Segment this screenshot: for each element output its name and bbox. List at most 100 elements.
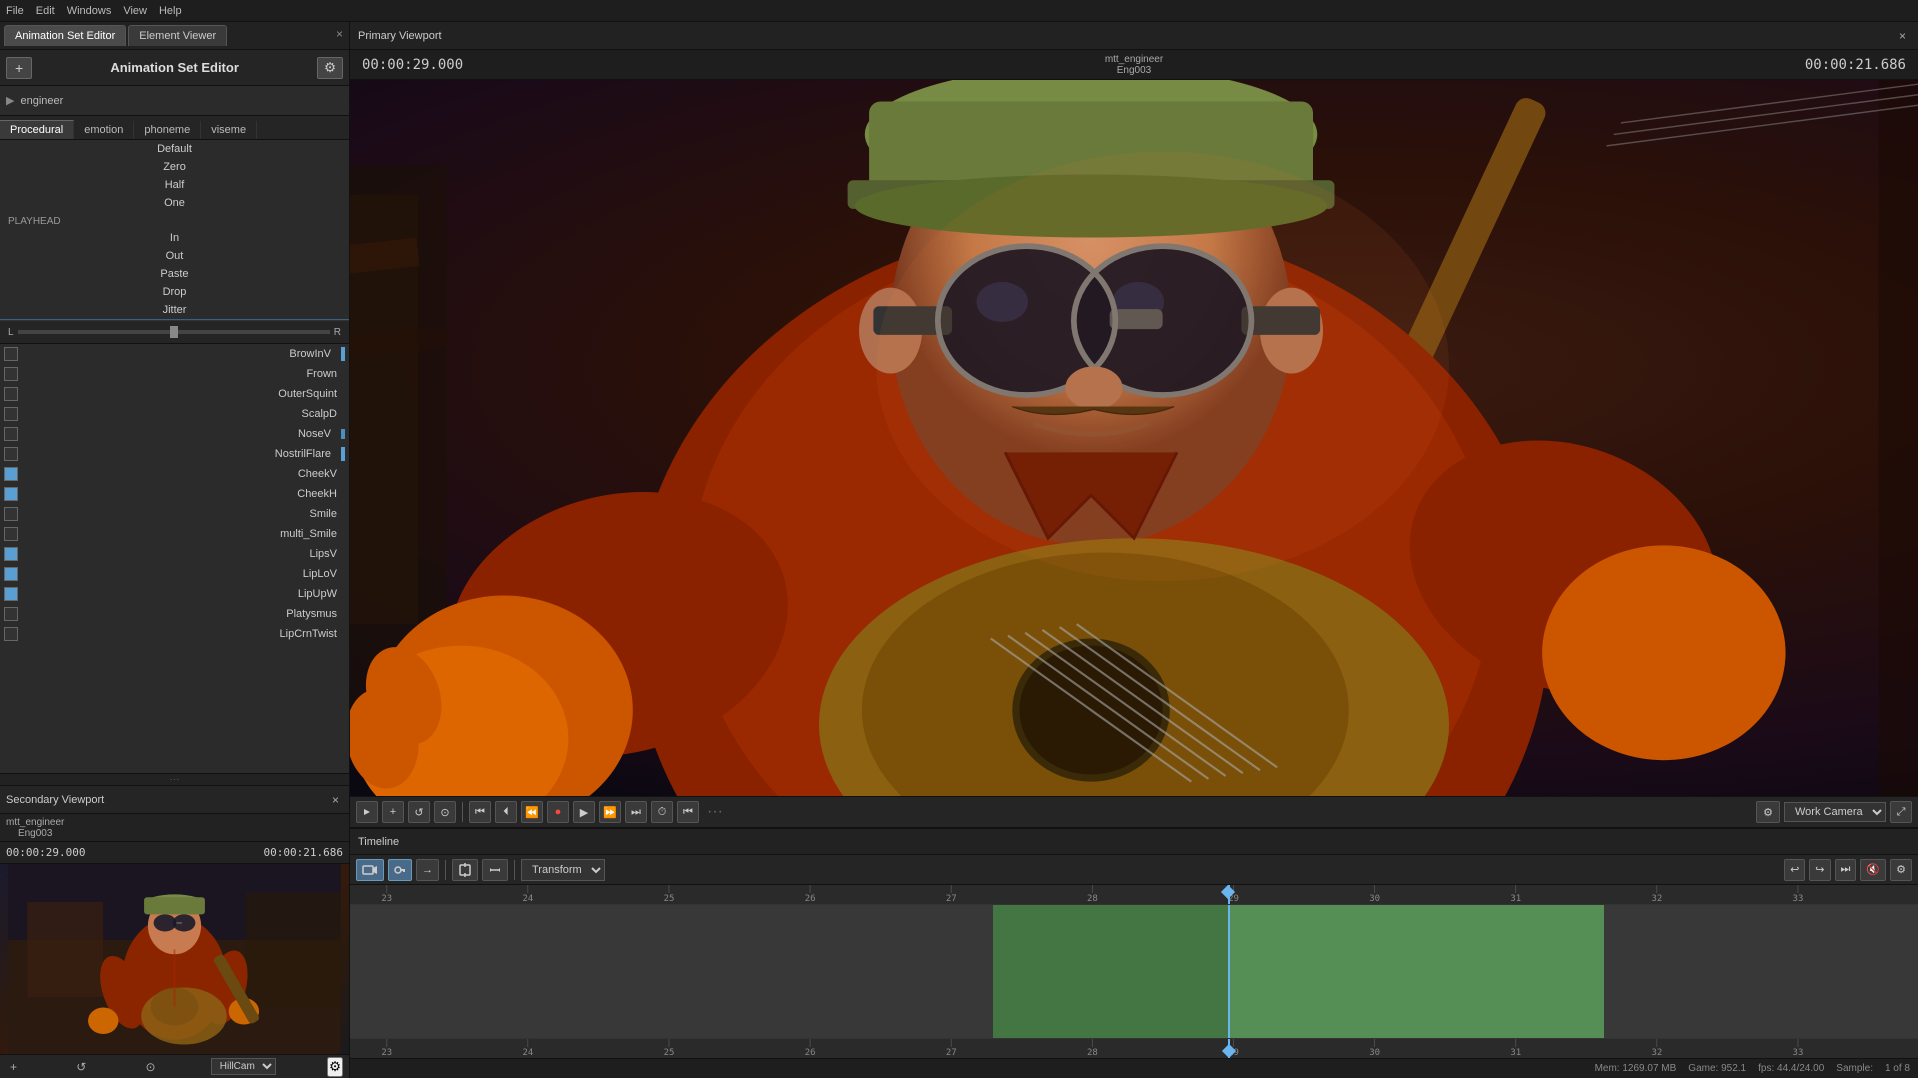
vp-expand-button[interactable]: ⤢ bbox=[1890, 801, 1912, 823]
vp-refresh-button[interactable]: ↺ bbox=[408, 801, 430, 823]
tl-arrow-btn[interactable]: → bbox=[416, 859, 439, 881]
tab-animation-set-editor[interactable]: Animation Set Editor bbox=[4, 25, 126, 46]
ctrl-browinv-checkbox[interactable] bbox=[4, 347, 18, 361]
vp-record-button[interactable] bbox=[356, 801, 378, 823]
vp-settings-button[interactable]: ⚙ bbox=[1756, 801, 1780, 823]
menu-file[interactable]: File bbox=[6, 5, 24, 17]
ctrl-cheekv[interactable]: CheekV bbox=[0, 464, 349, 484]
tl-move-btn[interactable] bbox=[482, 859, 508, 881]
vp-target-button[interactable]: ⊙ bbox=[434, 801, 456, 823]
tl-settings-btn[interactable]: ⚙ bbox=[1890, 859, 1912, 881]
ctrl-browinv[interactable]: BrowInV bbox=[0, 344, 349, 364]
timeline-body[interactable]: 23 24 25 26 27 28 29 30 31 32 33 bbox=[350, 885, 1918, 1058]
vp-add-cam-button[interactable]: + bbox=[382, 801, 404, 823]
tl-playhead[interactable] bbox=[1228, 905, 1230, 1038]
controls-list[interactable]: BrowInV Frown OuterSquint ScalpD NoseV bbox=[0, 344, 349, 773]
ctrl-liplot[interactable]: LipLoV bbox=[0, 564, 349, 584]
ctrl-scalpd[interactable]: ScalpD bbox=[0, 404, 349, 424]
tab-close-button[interactable]: × bbox=[336, 27, 343, 41]
ctrl-scalpd-checkbox[interactable] bbox=[4, 407, 18, 421]
ctrl-nostrilflare-checkbox[interactable] bbox=[4, 447, 18, 461]
vp-camera-select[interactable]: Work Camera bbox=[1784, 802, 1886, 822]
tab-element-viewer[interactable]: Element Viewer bbox=[128, 25, 227, 46]
menu-help[interactable]: Help bbox=[159, 5, 182, 17]
ctrl-smile-checkbox[interactable] bbox=[4, 507, 18, 521]
menu-view[interactable]: View bbox=[123, 5, 147, 17]
tl-key-btn[interactable] bbox=[388, 859, 412, 881]
ctrl-smile[interactable]: Smile bbox=[0, 504, 349, 524]
tl-ruler-playhead-line[interactable] bbox=[1228, 885, 1230, 904]
ctrl-frown[interactable]: Frown bbox=[0, 364, 349, 384]
proc-list[interactable]: Default Zero Half One Playhead In Out Pa… bbox=[0, 140, 349, 320]
tl-tracks[interactable] bbox=[350, 905, 1918, 1038]
proc-item-jitter[interactable]: Jitter bbox=[0, 301, 349, 319]
ctrl-lipsv-checkbox[interactable] bbox=[4, 547, 18, 561]
tl-mute-btn[interactable]: 🔇 bbox=[1860, 859, 1886, 881]
vp-skip-start-button[interactable]: ⏮ bbox=[469, 801, 491, 823]
sv-add-button[interactable]: + bbox=[6, 1059, 21, 1075]
vp-step-fwd-button[interactable]: ⏩ bbox=[599, 801, 621, 823]
proc-item-drop[interactable]: Drop bbox=[0, 283, 349, 301]
vp-play-button[interactable]: ▶ bbox=[573, 801, 595, 823]
pv-close-button[interactable]: × bbox=[1895, 28, 1910, 44]
ctrl-lipsv[interactable]: LipsV bbox=[0, 544, 349, 564]
ctrl-liplot-checkbox[interactable] bbox=[4, 567, 18, 581]
sv-refresh-button[interactable]: ↺ bbox=[72, 1059, 90, 1075]
vp-next-frame-button[interactable]: ⏭ bbox=[625, 801, 647, 823]
ctrl-multismile-checkbox[interactable] bbox=[4, 527, 18, 541]
lr-track[interactable] bbox=[18, 330, 330, 334]
ase-add-button[interactable]: + bbox=[6, 57, 32, 79]
ctrl-lipupw[interactable]: LipUpW bbox=[0, 584, 349, 604]
proc-item-out[interactable]: Out bbox=[0, 247, 349, 265]
vp-record-key-button[interactable]: ● bbox=[547, 801, 569, 823]
sub-tab-phoneme[interactable]: phoneme bbox=[134, 121, 201, 139]
sub-tab-procedural[interactable]: Procedural bbox=[0, 120, 74, 139]
tl-transform-select[interactable]: Transform Position Rotation Scale bbox=[521, 859, 605, 881]
ctrl-platysmus-checkbox[interactable] bbox=[4, 607, 18, 621]
tl-undo-btn[interactable]: ↩ bbox=[1784, 859, 1805, 881]
tl-snap-btn[interactable] bbox=[452, 859, 478, 881]
lr-slider[interactable]: L R bbox=[0, 320, 349, 344]
sv-settings-button[interactable]: ⚙ bbox=[327, 1057, 343, 1077]
engineer-label[interactable]: engineer bbox=[20, 95, 63, 107]
tl-ruler-top[interactable]: 23 24 25 26 27 28 29 30 31 32 33 bbox=[350, 885, 1918, 905]
ctrl-nosev-checkbox[interactable] bbox=[4, 427, 18, 441]
sv-target-button[interactable]: ⊙ bbox=[142, 1059, 160, 1075]
ctrl-cheekv-checkbox[interactable] bbox=[4, 467, 18, 481]
ctrl-outersquint[interactable]: OuterSquint bbox=[0, 384, 349, 404]
ase-settings-button[interactable]: ⚙ bbox=[317, 57, 343, 79]
proc-item-one[interactable]: One bbox=[0, 194, 349, 212]
ctrl-frown-checkbox[interactable] bbox=[4, 367, 18, 381]
vp-end-button[interactable]: ⏮ bbox=[677, 801, 699, 823]
proc-item-paste[interactable]: Paste bbox=[0, 265, 349, 283]
menu-edit[interactable]: Edit bbox=[36, 5, 55, 17]
ctrl-lipcrntwist-checkbox[interactable] bbox=[4, 627, 18, 641]
proc-item-in[interactable]: In bbox=[0, 229, 349, 247]
sub-tab-viseme[interactable]: viseme bbox=[201, 121, 257, 139]
sv-close-button[interactable]: × bbox=[328, 792, 343, 808]
proc-item-zero[interactable]: Zero bbox=[0, 158, 349, 176]
ctrl-cheekh[interactable]: CheekH bbox=[0, 484, 349, 504]
ctrl-lipcrntwist[interactable]: LipCrnTwist bbox=[0, 624, 349, 644]
ctrl-platysmus[interactable]: Platysmus bbox=[0, 604, 349, 624]
menu-windows[interactable]: Windows bbox=[67, 5, 112, 17]
tl-camera-btn[interactable] bbox=[356, 859, 384, 881]
ctrl-outersquint-checkbox[interactable] bbox=[4, 387, 18, 401]
proc-item-default[interactable]: Default bbox=[0, 140, 349, 158]
vp-loop-button[interactable]: ⏱ bbox=[651, 801, 673, 823]
tl-redo-btn[interactable]: ↪ bbox=[1809, 859, 1830, 881]
vp-prev-frame-button[interactable]: ⏴ bbox=[495, 801, 517, 823]
ctrl-multismile[interactable]: multi_Smile bbox=[0, 524, 349, 544]
proc-item-half[interactable]: Half bbox=[0, 176, 349, 194]
sub-tab-emotion[interactable]: emotion bbox=[74, 121, 134, 139]
ctrl-nostrilflare[interactable]: NostrilFlare bbox=[0, 444, 349, 464]
ctrl-lipupw-checkbox[interactable] bbox=[4, 587, 18, 601]
sv-camera-select[interactable]: HillCam bbox=[211, 1058, 276, 1075]
tl-ruler-bottom[interactable]: 23 24 25 26 27 28 29 30 31 32 33 bbox=[350, 1038, 1918, 1058]
vp-step-back-button[interactable]: ⏪ bbox=[521, 801, 543, 823]
tl-track-gray-right bbox=[1604, 905, 1918, 1038]
ctrl-cheekh-checkbox[interactable] bbox=[4, 487, 18, 501]
tl-skip-end-btn[interactable]: ⏭ bbox=[1835, 859, 1857, 881]
lr-thumb[interactable] bbox=[170, 326, 178, 338]
ctrl-nosev[interactable]: NoseV bbox=[0, 424, 349, 444]
